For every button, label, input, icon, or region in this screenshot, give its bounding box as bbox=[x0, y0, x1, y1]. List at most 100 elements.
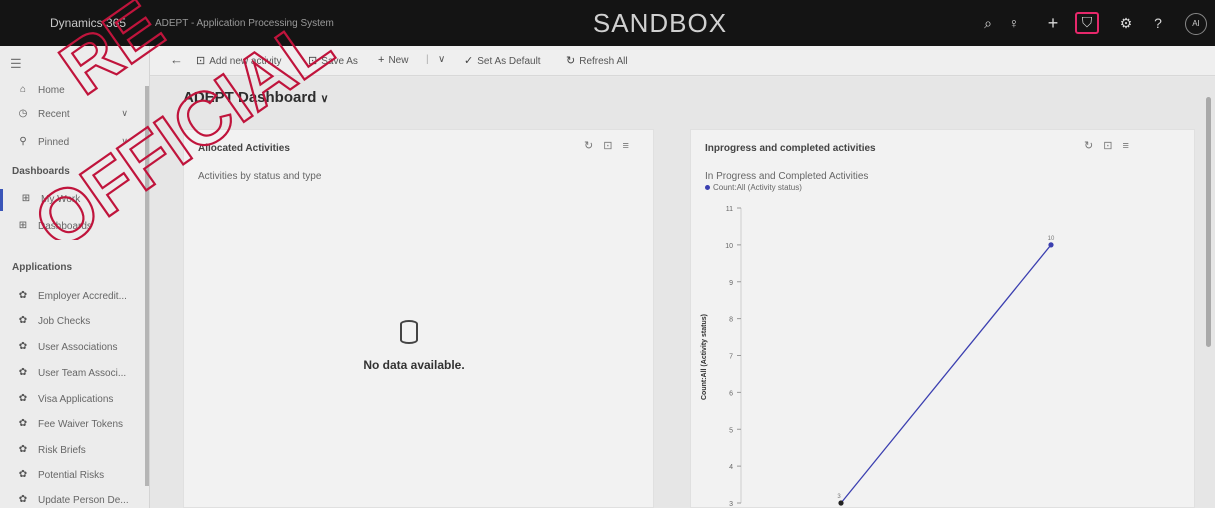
sidebar-item-fee-waiver-tokens[interactable]: ✿ Fee Waiver Tokens bbox=[0, 414, 146, 436]
app-name[interactable]: ADEPT - Application Processing System bbox=[155, 18, 334, 29]
series-line bbox=[840, 244, 1052, 504]
sidebar-item-update-person-details[interactable]: ✿ Update Person De... bbox=[0, 490, 146, 508]
legend-marker bbox=[705, 185, 710, 190]
refresh-icon[interactable]: ↻ bbox=[584, 140, 603, 152]
refresh-all-button[interactable]: ↻ Refresh All bbox=[566, 54, 628, 67]
sidebar-item-pinned[interactable]: ⚲ Pinned ∨ bbox=[0, 132, 146, 154]
sidebar-item-my-work[interactable]: ⊞ My Work bbox=[0, 189, 146, 211]
main-scrollbar[interactable] bbox=[1206, 97, 1211, 347]
pin-icon: ⚲ bbox=[19, 136, 27, 147]
help-icon[interactable]: ? bbox=[1148, 13, 1168, 33]
dashboard-icon: ⊞ bbox=[21, 193, 31, 204]
sidebar-scrollbar[interactable] bbox=[145, 86, 149, 486]
data-label: 3 bbox=[837, 494, 841, 500]
sidebar-item-label: User Team Associ... bbox=[38, 368, 127, 379]
dashboard-title-text: ADEPT Dashboard bbox=[183, 89, 317, 106]
home-icon: ⌂ bbox=[19, 84, 27, 95]
export-icon[interactable]: ⊡ bbox=[603, 140, 622, 152]
card-title: Allocated Activities bbox=[198, 143, 290, 154]
database-icon bbox=[400, 320, 418, 344]
export-icon[interactable]: ⊡ bbox=[1103, 140, 1122, 152]
dashboard-title[interactable]: ADEPT Dashboard ∨ bbox=[183, 89, 329, 106]
entity-icon: ✿ bbox=[18, 469, 28, 480]
entity-icon: ✿ bbox=[18, 290, 28, 301]
main-content: ADEPT Dashboard ∨ Allocated Activities ↻… bbox=[150, 77, 1215, 508]
allocated-activities-card: Allocated Activities ↻⊡≡ Activities by s… bbox=[183, 129, 654, 508]
refresh-icon: ↻ bbox=[566, 55, 576, 67]
chevron-down-icon[interactable]: ∨ bbox=[121, 108, 128, 119]
set-default-label: Set As Default bbox=[477, 56, 541, 67]
card-toolbar: ↻⊡≡ bbox=[584, 139, 639, 152]
sidebar-item-label: Recent bbox=[38, 109, 70, 120]
clock-icon: ◷ bbox=[18, 108, 28, 119]
sidebar-item-job-checks[interactable]: ✿ Job Checks bbox=[0, 311, 146, 333]
toolbar-divider: | bbox=[426, 54, 429, 65]
card-toolbar: ↻⊡≡ bbox=[1084, 139, 1139, 152]
hamburger-menu-icon[interactable]: ☰ bbox=[10, 56, 22, 72]
sidebar-item-label: Home bbox=[38, 85, 65, 96]
sidebar-item-label: My Work bbox=[41, 194, 81, 205]
chevron-down-icon[interactable]: ∨ bbox=[121, 136, 128, 147]
add-activity-button[interactable]: ⊡ Add new activity bbox=[196, 54, 281, 67]
y-tick-label: 9 bbox=[729, 280, 733, 287]
command-bar: ← ⊡ Add new activity ⊡ Save As + New | ∨ ✓ S… bbox=[150, 46, 1215, 76]
new-button[interactable]: + New bbox=[378, 54, 408, 66]
refresh-icon[interactable]: ↻ bbox=[1084, 140, 1103, 152]
new-dropdown-chevron-icon[interactable]: ∨ bbox=[438, 54, 445, 65]
y-axis-title: Count:All (Activity status) bbox=[701, 314, 708, 400]
sidebar-item-label: Update Person De... bbox=[38, 495, 129, 506]
chart-legend[interactable]: Count:All (Activity status) bbox=[705, 183, 802, 192]
sidebar-item-user-associations[interactable]: ✿ User Associations bbox=[0, 337, 146, 359]
lightbulb-icon[interactable]: ♀ bbox=[1004, 13, 1024, 33]
sidebar-item-label: Job Checks bbox=[38, 316, 91, 327]
y-tick-label: 6 bbox=[729, 390, 733, 397]
entity-icon: ✿ bbox=[18, 494, 28, 505]
y-tick-label: 11 bbox=[726, 206, 733, 213]
save-as-button[interactable]: ⊡ Save As bbox=[308, 54, 358, 67]
refresh-all-label: Refresh All bbox=[579, 56, 628, 67]
entity-icon: ✿ bbox=[18, 315, 28, 326]
sidebar-item-label: Employer Accredit... bbox=[38, 291, 127, 302]
sidebar-item-recent[interactable]: ◷ Recent ∨ bbox=[0, 104, 146, 126]
sidebar-nav: ☰ ⌂ Home ◷ Recent ∨ ⚲ Pinned ∨ Dashboard… bbox=[0, 46, 150, 508]
back-arrow-icon[interactable]: ← bbox=[170, 52, 183, 67]
view-records-icon[interactable]: ≡ bbox=[1122, 140, 1138, 152]
y-tick-label: 4 bbox=[729, 464, 733, 471]
sidebar-item-home[interactable]: ⌂ Home bbox=[0, 80, 146, 102]
new-label: New bbox=[388, 55, 409, 66]
user-avatar[interactable]: AI bbox=[1185, 13, 1207, 35]
plus-icon: + bbox=[378, 54, 385, 66]
add-activity-icon: ⊡ bbox=[196, 55, 206, 67]
chart-title: In Progress and Completed Activities bbox=[705, 171, 869, 182]
add-activity-label: Add new activity bbox=[209, 56, 282, 67]
line-chart: 3 4 5 6 7 8 9 10 11 3 10 bbox=[725, 206, 1055, 508]
filter-icon[interactable]: ⛉ bbox=[1075, 12, 1099, 34]
brand-name[interactable]: Dynamics 365 bbox=[50, 16, 126, 30]
sidebar-item-dashboards[interactable]: ⊞ Dashboards bbox=[0, 216, 146, 238]
legend-label: Count:All (Activity status) bbox=[713, 183, 802, 192]
sidebar-item-risk-briefs[interactable]: ✿ Risk Briefs bbox=[0, 440, 146, 462]
view-records-icon[interactable]: ≡ bbox=[622, 140, 638, 152]
settings-icon[interactable]: ⚙ bbox=[1116, 13, 1136, 33]
sidebar-item-employer-accreditations[interactable]: ✿ Employer Accredit... bbox=[0, 286, 146, 308]
section-dashboards: Dashboards bbox=[12, 166, 70, 177]
section-applications: Applications bbox=[12, 262, 73, 273]
set-default-button[interactable]: ✓ Set As Default bbox=[464, 54, 541, 67]
top-header-bar: Dynamics 365 ADEPT - Application Process… bbox=[0, 0, 1215, 46]
entity-icon: ✿ bbox=[18, 393, 28, 404]
sidebar-item-user-team-associations[interactable]: ✿ User Team Associ... bbox=[0, 363, 146, 385]
add-icon[interactable]: + bbox=[1043, 13, 1063, 33]
sidebar-item-potential-risks[interactable]: ✿ Potential Risks bbox=[0, 465, 146, 487]
sidebar-item-label: Risk Briefs bbox=[38, 445, 86, 456]
save-icon: ⊡ bbox=[308, 55, 318, 67]
search-icon[interactable]: ⌕ bbox=[978, 13, 998, 33]
y-tick-label: 10 bbox=[725, 243, 733, 250]
chart-subtitle: Activities by status and type bbox=[198, 171, 322, 182]
sidebar-item-visa-applications[interactable]: ✿ Visa Applications bbox=[0, 389, 146, 411]
sidebar-item-label: Dashboards bbox=[38, 221, 92, 232]
data-point bbox=[1048, 242, 1054, 248]
entity-icon: ✿ bbox=[18, 341, 28, 352]
sidebar-item-label: Potential Risks bbox=[38, 470, 105, 481]
save-as-label: Save As bbox=[321, 56, 358, 67]
check-icon: ✓ bbox=[464, 55, 474, 67]
